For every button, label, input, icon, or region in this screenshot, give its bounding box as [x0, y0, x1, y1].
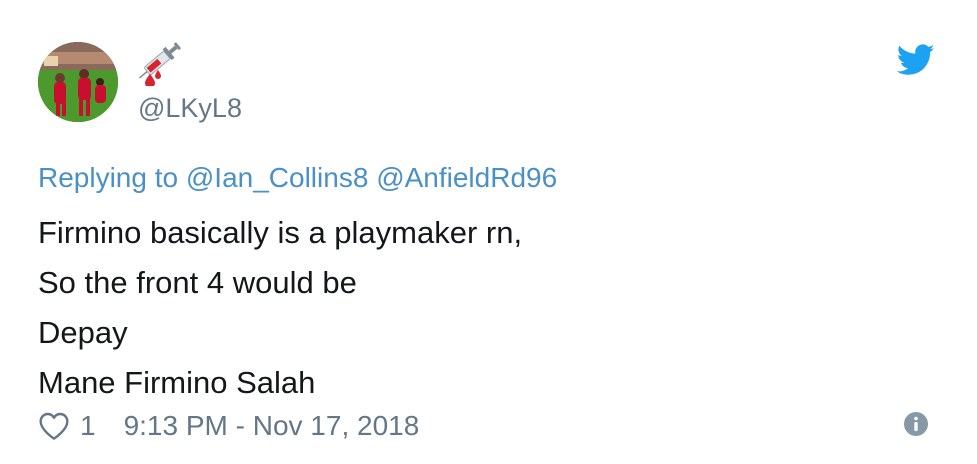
reply-context: Replying to @Ian_Collins8 @AnfieldRd96	[38, 160, 557, 196]
timestamp[interactable]: 9:13 PM - Nov 17, 2018	[124, 410, 420, 442]
tweet-footer: 1 9:13 PM - Nov 17, 2018	[38, 406, 419, 446]
mention-link[interactable]: @AnfieldRd96	[376, 162, 557, 193]
like-count[interactable]: 1	[80, 410, 96, 442]
avatar[interactable]	[38, 42, 118, 122]
display-name[interactable]	[138, 42, 188, 88]
tweet-line: Mane Firmino Salah	[38, 365, 316, 400]
tweet-line: So the front 4 would be	[38, 265, 357, 300]
tweet-line: Firmino basically is a playmaker rn,	[38, 215, 523, 250]
tweet-card: @LKyL8 Replying to @Ian_Collins8 @Anfiel…	[0, 0, 977, 464]
replying-to-label: Replying to	[38, 162, 179, 193]
twitter-bird-icon[interactable]	[897, 44, 935, 76]
heart-icon[interactable]	[38, 411, 70, 441]
info-icon[interactable]	[903, 411, 929, 437]
blood-drop-icon	[145, 74, 155, 88]
user-handle[interactable]: @LKyL8	[138, 92, 242, 124]
mention-link[interactable]: @Ian_Collins8	[186, 162, 369, 193]
tweet-line: Depay	[38, 315, 128, 350]
tweet-text: Firmino basically is a playmaker rn, So …	[38, 208, 522, 408]
syringe-icon	[138, 42, 182, 88]
